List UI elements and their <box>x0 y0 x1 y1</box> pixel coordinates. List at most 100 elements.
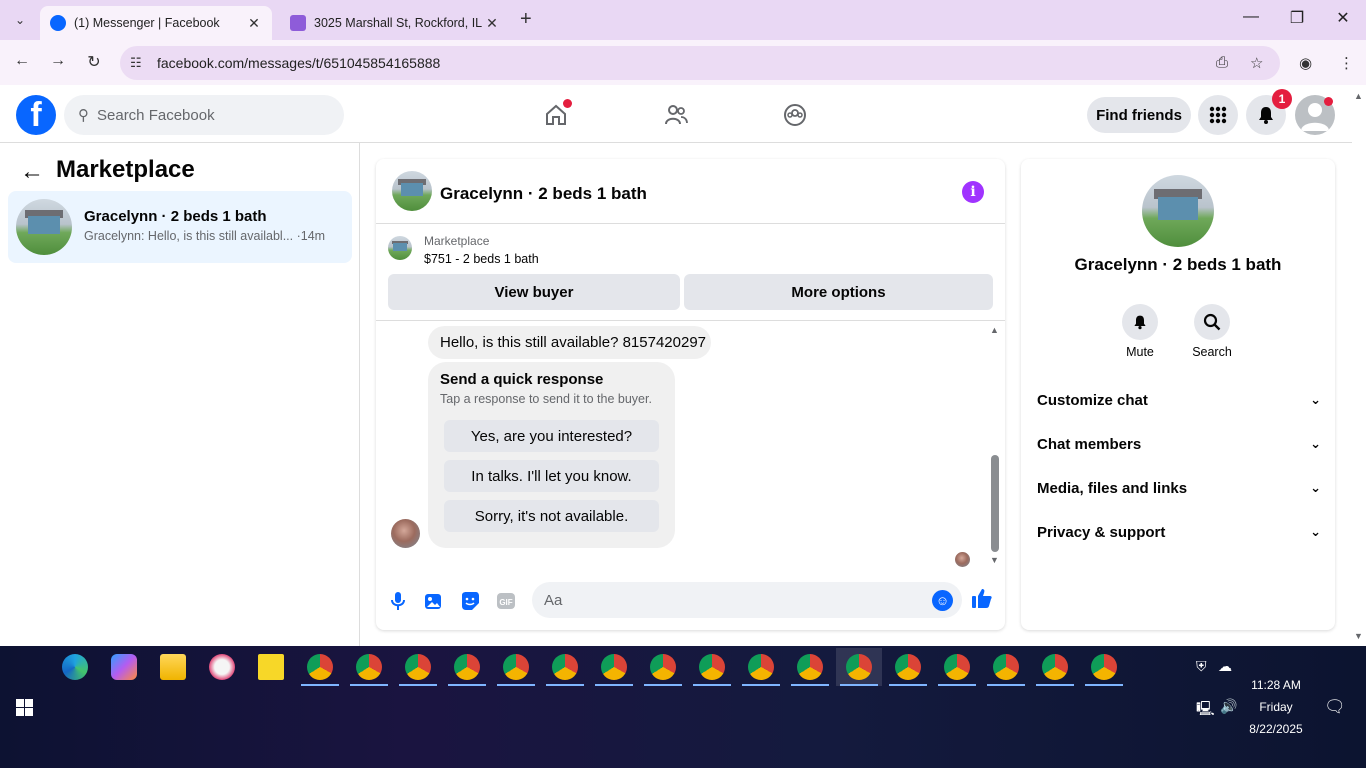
listing-mini-thumbnail <box>388 236 412 260</box>
groups-icon[interactable] <box>780 100 810 130</box>
chrome-profile-icon[interactable] <box>650 654 676 680</box>
onedrive-cloud-icon[interactable]: ☁ <box>1218 658 1232 675</box>
microphone-icon[interactable] <box>387 590 409 612</box>
chrome-profile-icon[interactable] <box>748 654 774 680</box>
bookmark-star-icon[interactable]: ☆ <box>1250 54 1263 72</box>
search-icon: ⚲ <box>78 107 89 124</box>
privacy-support-row[interactable]: Privacy & support ⌄ <box>1037 520 1321 544</box>
details-avatar[interactable] <box>1142 175 1214 247</box>
windows-start-icon[interactable] <box>16 699 33 716</box>
chat-scroll-down-icon[interactable]: ▼ <box>990 555 999 565</box>
search-label: Search <box>1192 345 1232 359</box>
taskbar-running-indicator <box>644 684 682 686</box>
facebook-favicon-icon <box>50 15 66 31</box>
file-explorer-icon[interactable] <box>160 654 186 680</box>
taskbar-running-indicator <box>448 684 486 686</box>
chrome-profile-icon[interactable] <box>993 654 1019 680</box>
chrome-profile-icon[interactable] <box>797 654 823 680</box>
more-options-button[interactable]: More options <box>684 274 993 310</box>
taskbar-running-indicator <box>889 684 927 686</box>
quick-response-not-available-button[interactable]: Sorry, it's not available. <box>444 500 659 532</box>
taskbar-running-indicator <box>399 684 437 686</box>
chrome-profile-icon[interactable] <box>1042 654 1068 680</box>
chat-scroll-up-icon[interactable]: ▲ <box>990 325 999 335</box>
photo-icon[interactable] <box>423 590 445 612</box>
restore-icon[interactable]: ❐ <box>1274 8 1320 28</box>
browser-menu-icon[interactable]: ⋮ <box>1339 54 1354 72</box>
notification-center-icon[interactable]: 🗨 <box>1324 697 1346 717</box>
friends-icon[interactable] <box>661 100 691 130</box>
window-close-icon[interactable]: ✕ <box>1320 8 1366 28</box>
gif-icon[interactable]: GIF <box>495 590 517 612</box>
tab-search-chevron-icon[interactable]: ⌄ <box>8 8 32 32</box>
sticky-notes-icon[interactable] <box>258 654 284 680</box>
chat-header-thumbnail[interactable] <box>392 171 432 211</box>
new-tab-plus-icon[interactable]: + <box>520 8 532 31</box>
chrome-profile-icon[interactable] <box>846 654 872 680</box>
tab-address[interactable]: 3025 Marshall St, Rockford, IL 6 ✕ <box>280 6 510 40</box>
panel-title: Marketplace <box>56 156 195 183</box>
thumbs-up-icon[interactable] <box>971 587 993 615</box>
facebook-logo-icon[interactable]: f <box>16 95 56 135</box>
close-tab-icon[interactable]: ✕ <box>484 15 500 32</box>
chrome-profile-icon[interactable] <box>405 654 431 680</box>
minimize-icon[interactable]: — <box>1228 8 1274 26</box>
chat-members-row[interactable]: Chat members ⌄ <box>1037 432 1321 456</box>
sticker-icon[interactable] <box>459 590 481 612</box>
install-app-icon[interactable]: ⎙ <box>1216 54 1228 71</box>
tab-title: (1) Messenger | Facebook <box>74 16 220 30</box>
info-icon[interactable]: i <box>962 181 984 203</box>
customize-chat-row[interactable]: Customize chat ⌄ <box>1037 388 1321 412</box>
view-buyer-button[interactable]: View buyer <box>388 274 680 310</box>
chat-scrollbar-thumb[interactable] <box>991 455 999 552</box>
facebook-search-input[interactable]: ⚲ Search Facebook <box>64 95 344 135</box>
volume-icon[interactable]: 🔊 <box>1220 698 1237 715</box>
chrome-profile-icon[interactable] <box>454 654 480 680</box>
clock-day[interactable]: Friday <box>1236 700 1316 714</box>
chat-header-divider <box>376 223 1005 224</box>
chrome-profile-icon[interactable] <box>601 654 627 680</box>
back-icon[interactable]: ← <box>10 52 34 70</box>
conversation-name: Gracelynn · 2 beds 1 bath <box>84 208 267 225</box>
chrome-profile-icon[interactable] <box>1091 654 1117 680</box>
page-scroll-down-icon[interactable]: ▼ <box>1354 631 1363 641</box>
chrome-profile-icon[interactable] <box>699 654 725 680</box>
security-shield-icon[interactable]: ⛨ <box>1196 658 1207 675</box>
message-input[interactable]: Aa <box>532 582 962 618</box>
edge-icon[interactable] <box>62 654 88 680</box>
clock-date[interactable]: 8/22/2025 <box>1236 722 1316 736</box>
mute-button[interactable] <box>1122 304 1158 340</box>
tab-messenger[interactable]: (1) Messenger | Facebook ✕ <box>40 6 272 40</box>
chat-header-name[interactable]: Gracelynn · 2 beds 1 bath <box>440 184 647 204</box>
chrome-icon[interactable] <box>307 654 333 680</box>
close-tab-icon[interactable]: ✕ <box>246 15 262 32</box>
search-conversation-button[interactable] <box>1194 304 1230 340</box>
quick-response-yes-button[interactable]: Yes, are you interested? <box>444 420 659 452</box>
reload-icon[interactable]: ↻ <box>82 52 106 72</box>
paint-icon[interactable] <box>209 654 235 680</box>
incoming-message: Hello, is this still available? 81574202… <box>428 326 711 359</box>
svg-text:GIF: GIF <box>499 598 512 607</box>
chrome-profile-icon[interactable] <box>944 654 970 680</box>
page-scrollbar[interactable] <box>1352 85 1366 645</box>
back-arrow-icon[interactable]: ← <box>20 158 44 186</box>
clock-time[interactable]: 11:28 AM <box>1236 678 1316 692</box>
copilot-icon[interactable] <box>111 654 137 680</box>
details-name: Gracelynn · 2 beds 1 bath <box>1074 255 1282 274</box>
media-files-links-row[interactable]: Media, files and links ⌄ <box>1037 476 1321 500</box>
forward-icon[interactable]: → <box>46 52 70 70</box>
menu-grid-icon[interactable] <box>1198 95 1238 135</box>
page-scroll-up-icon[interactable]: ▲ <box>1354 91 1363 101</box>
quick-response-in-talks-button[interactable]: In talks. I'll let you know. <box>444 460 659 492</box>
emoji-icon[interactable]: ☺ <box>932 590 953 611</box>
chrome-profile-icon[interactable] <box>503 654 529 680</box>
sender-avatar[interactable] <box>391 519 420 548</box>
find-friends-button[interactable]: Find friends <box>1087 97 1191 133</box>
chrome-profile-icon[interactable] <box>895 654 921 680</box>
chrome-profile-icon[interactable] <box>356 654 382 680</box>
url-text[interactable]: facebook.com/messages/t/651045854165888 <box>157 55 440 71</box>
profile-icon[interactable]: ◉ <box>1299 54 1312 72</box>
chrome-profile-icon[interactable] <box>552 654 578 680</box>
site-info-icon[interactable]: ☷ <box>130 55 142 71</box>
network-icon[interactable]: 🖳 <box>1196 698 1215 722</box>
